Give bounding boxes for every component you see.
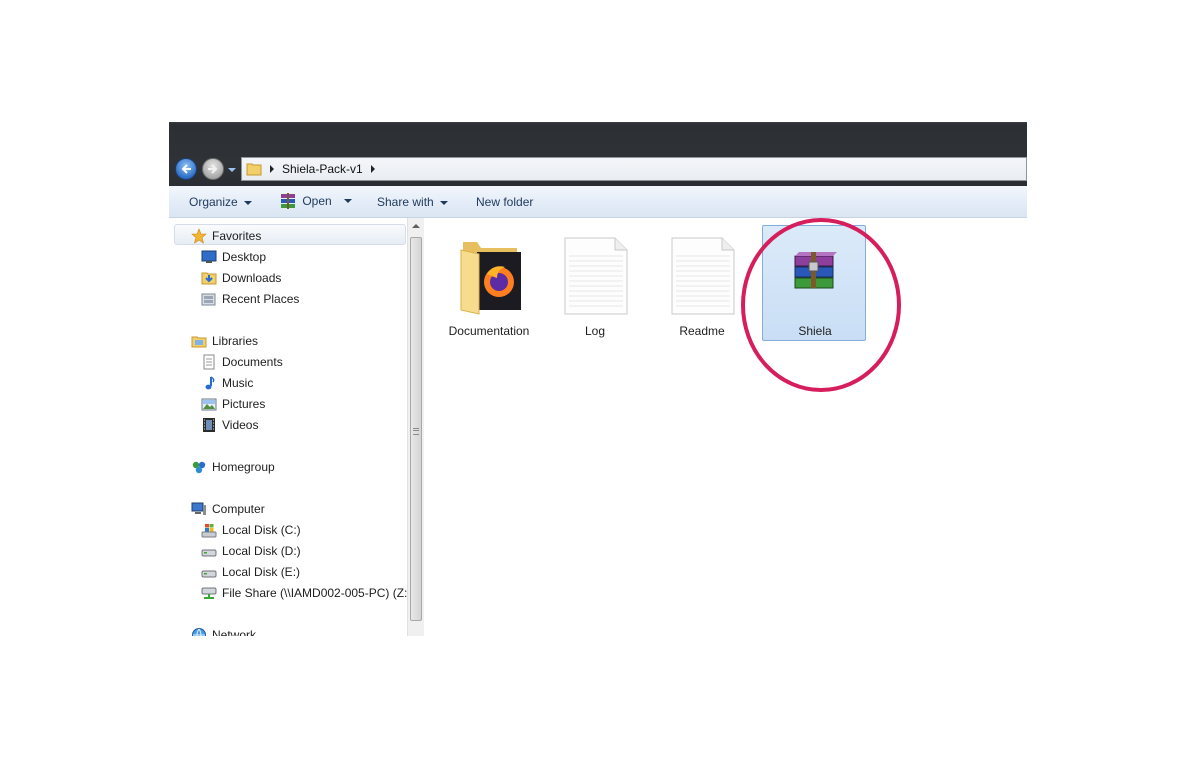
- scroll-up-arrow-icon[interactable]: [412, 224, 420, 228]
- back-button[interactable]: [175, 158, 197, 180]
- organize-label: Organize: [189, 195, 238, 209]
- windows-drive-icon: [201, 524, 217, 538]
- navigation-pane-scrollbar[interactable]: [407, 218, 424, 636]
- command-bar: Organize Open Share with New folder: [169, 186, 1027, 218]
- documents-icon: [203, 354, 215, 370]
- new-folder-label: New folder: [476, 195, 534, 209]
- sidebar-label: Local Disk (C:): [222, 523, 301, 537]
- file-item-shiela[interactable]: Shiela: [762, 225, 866, 341]
- sidebar-label: Favorites: [212, 229, 262, 243]
- sidebar-label: Recent Places: [222, 292, 300, 306]
- firefox-folder-icon: [460, 242, 521, 315]
- share-with-button[interactable]: Share with: [377, 195, 448, 209]
- sidebar-label: Videos: [222, 418, 259, 432]
- drive-icon: [201, 570, 217, 578]
- videos-icon: [203, 418, 215, 432]
- grip-icon: [413, 428, 419, 435]
- sidebar-label: Local Disk (E:): [222, 565, 301, 579]
- breadcrumb-arrow-icon[interactable]: [369, 164, 377, 174]
- file-name: Readme: [679, 324, 725, 338]
- network-drive-icon: [201, 587, 217, 599]
- file-name: Log: [584, 324, 606, 338]
- file-item-log[interactable]: Log: [543, 226, 647, 342]
- text-file-icon: [564, 237, 628, 315]
- favorites-hover-bar: [174, 224, 406, 245]
- text-file-icon: [671, 237, 735, 315]
- chevron-down-icon: [343, 199, 352, 203]
- sidebar-label: Homegroup: [212, 460, 275, 474]
- sidebar-label: Computer: [212, 502, 265, 516]
- sidebar-label: Downloads: [222, 271, 282, 285]
- new-folder-button[interactable]: New folder: [476, 195, 533, 209]
- file-item-readme[interactable]: Readme: [650, 226, 754, 342]
- sidebar-label: Documents: [222, 355, 283, 369]
- chevron-down-icon: [243, 200, 252, 205]
- back-arrow-icon: [181, 164, 191, 174]
- file-name: Shiela: [798, 324, 832, 338]
- network-icon: [192, 628, 206, 636]
- navigation-pane: Favorites Desktop Downloads Recent Place…: [169, 218, 411, 636]
- desktop-icon: [201, 250, 217, 263]
- breadcrumb-folder[interactable]: Shiela-Pack-v1: [282, 162, 363, 176]
- file-item-documentation[interactable]: Documentation: [437, 226, 541, 342]
- recent-places-icon: [201, 293, 216, 306]
- sidebar-label: Music: [222, 376, 254, 390]
- sidebar-label: Network: [212, 628, 257, 636]
- breadcrumb-arrow-icon[interactable]: [268, 164, 276, 174]
- forward-arrow-icon: [208, 164, 218, 174]
- title-bar: Shiela-Pack-v1: [169, 122, 1027, 186]
- drive-icon: [201, 549, 217, 557]
- libraries-icon: [191, 336, 207, 348]
- file-name: Documentation: [448, 324, 530, 338]
- explorer-window: Shiela-Pack-v1 Organize Open Share with …: [169, 122, 1027, 636]
- music-icon: [205, 376, 215, 390]
- sidebar-label: Desktop: [222, 250, 267, 264]
- star-icon: [191, 228, 207, 244]
- file-list: Documentation Log Readme Shiela: [425, 218, 1027, 636]
- scroll-thumb[interactable]: [410, 237, 422, 621]
- computer-icon: [191, 502, 206, 515]
- folder-icon: [246, 163, 262, 176]
- chevron-down-icon: [439, 200, 448, 205]
- sidebar-label: Pictures: [222, 397, 266, 411]
- pictures-icon: [201, 398, 217, 411]
- open-button[interactable]: Open: [279, 192, 352, 210]
- sidebar-label: Libraries: [212, 334, 259, 348]
- open-label: Open: [302, 194, 332, 208]
- downloads-icon: [201, 272, 217, 285]
- winrar-archive-icon: [794, 252, 837, 289]
- sidebar-label: File Share (\\IAMD002-005-PC) (Z:): [222, 586, 412, 600]
- share-with-label: Share with: [377, 195, 434, 209]
- address-bar[interactable]: Shiela-Pack-v1: [241, 157, 1027, 181]
- forward-button[interactable]: [202, 158, 224, 180]
- sidebar-label: Local Disk (D:): [222, 544, 301, 558]
- homegroup-icon: [192, 461, 206, 474]
- winrar-icon: [281, 193, 295, 209]
- organize-button[interactable]: Organize: [189, 195, 252, 209]
- recent-pages-dropdown-icon[interactable]: [227, 165, 237, 175]
